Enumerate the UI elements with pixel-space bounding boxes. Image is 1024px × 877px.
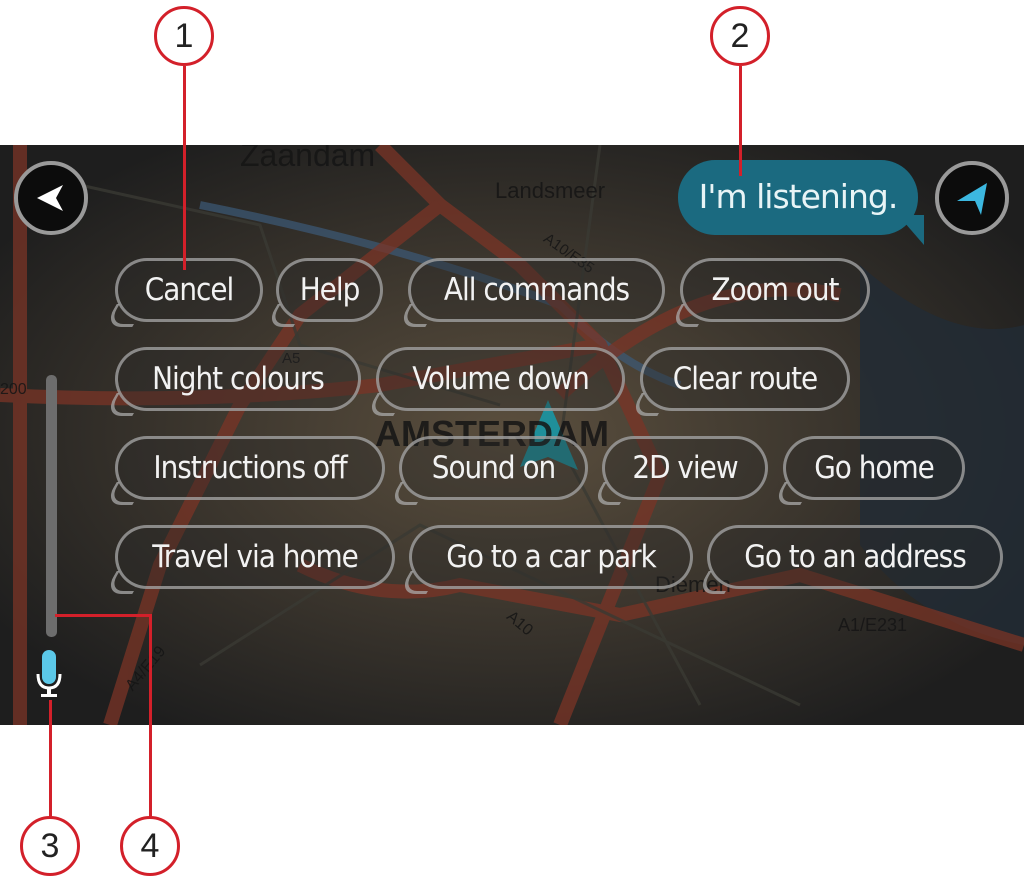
command-label: Go to a car park <box>446 539 656 575</box>
command-label: Travel via home <box>152 539 359 575</box>
callout-line-1 <box>183 66 186 270</box>
command-go-home[interactable]: Go home <box>771 436 965 505</box>
back-arrow-icon <box>37 185 63 211</box>
microphone-volume-slider[interactable] <box>46 375 57 637</box>
command-clear-route[interactable]: Clear route <box>628 347 850 416</box>
callout-line-4-horizontal <box>55 614 152 617</box>
map-label: A1/E231 <box>838 615 908 635</box>
command-label: Help <box>299 272 361 308</box>
microphone-icon <box>36 650 62 697</box>
map-label: Landsmeer <box>495 178 606 203</box>
command-label: Clear route <box>672 361 818 397</box>
callout-line-2 <box>739 66 742 176</box>
command-label: All commands <box>443 272 630 308</box>
command-help[interactable]: Help <box>264 258 383 327</box>
command-go-to-address[interactable]: Go to an address <box>695 525 1003 594</box>
command-2d-view[interactable]: 2D view <box>590 436 768 505</box>
status-text: I'm listening. <box>698 177 899 216</box>
callout-4: 4 <box>120 816 180 876</box>
command-night-colours[interactable]: Night colours <box>103 347 361 416</box>
listening-status-bubble: I'm listening. <box>678 160 924 245</box>
command-volume-down[interactable]: Volume down <box>364 347 625 416</box>
command-all-commands[interactable]: All commands <box>396 258 665 327</box>
callout-2: 2 <box>710 6 770 66</box>
command-label: Go home <box>814 450 935 486</box>
command-label: Instructions off <box>153 450 347 486</box>
callout-line-3 <box>49 700 52 817</box>
map-label: 200 <box>0 381 27 398</box>
command-sound-on[interactable]: Sound on <box>387 436 588 505</box>
back-button[interactable] <box>14 161 88 235</box>
callout-1: 1 <box>154 6 214 66</box>
map-label: Zaandam <box>240 145 376 173</box>
command-label: 2D view <box>632 450 738 486</box>
command-cancel[interactable]: Cancel <box>103 258 263 327</box>
voice-control-screen: Zaandam Landsmeer A10/E35 A5 200 AMSTERD… <box>0 145 1024 725</box>
command-travel-via-home[interactable]: Travel via home <box>103 525 395 594</box>
command-go-to-car-park[interactable]: Go to a car park <box>397 525 693 594</box>
command-instructions-off[interactable]: Instructions off <box>103 436 385 505</box>
callout-line-4 <box>149 614 152 817</box>
command-label: Zoom out <box>711 272 840 308</box>
command-label: Go to an address <box>744 539 967 575</box>
command-label: Cancel <box>144 272 234 308</box>
current-location-button[interactable] <box>935 161 1009 235</box>
current-location-arrow-icon <box>957 183 987 215</box>
command-zoom-out[interactable]: Zoom out <box>668 258 870 327</box>
speech-bubble-tail <box>898 215 924 245</box>
command-label: Sound on <box>431 450 556 486</box>
command-label: Volume down <box>412 361 590 397</box>
command-label: Night colours <box>152 361 325 397</box>
callout-3: 3 <box>20 816 80 876</box>
